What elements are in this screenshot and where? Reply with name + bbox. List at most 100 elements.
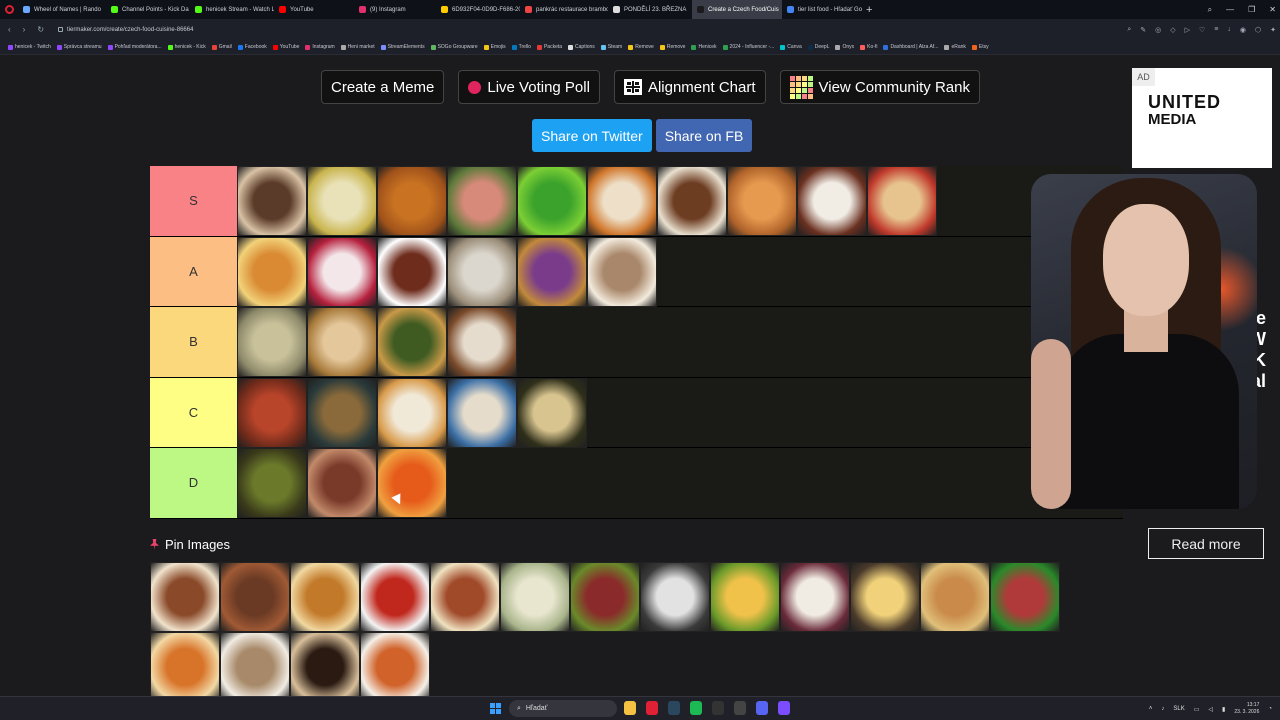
steam-icon[interactable] (668, 701, 680, 715)
pin-food-image[interactable] (360, 632, 430, 702)
pin-food-image[interactable] (570, 562, 640, 632)
food-image[interactable] (377, 307, 447, 377)
food-image[interactable] (237, 236, 307, 307)
browser-tab[interactable]: 6D932F04-0D9D-F686-20 (436, 0, 520, 19)
tier-label[interactable]: A (150, 236, 237, 306)
food-image[interactable] (307, 448, 377, 518)
reload-icon[interactable]: ↻ (37, 25, 44, 34)
food-image[interactable] (307, 166, 377, 236)
bookmark-item[interactable]: eRank (944, 44, 966, 50)
food-image[interactable] (237, 307, 307, 377)
mic-icon[interactable]: ♪ (1161, 706, 1164, 712)
bookmark-item[interactable]: Dashboard | Alza Af... (883, 44, 938, 50)
shield-icon[interactable]: ◇ (1170, 26, 1175, 34)
food-image[interactable] (517, 166, 587, 236)
bookmark-item[interactable]: Etsy (971, 44, 989, 50)
food-image[interactable] (447, 236, 517, 307)
bookmark-item[interactable]: henicek - Kick (167, 44, 206, 50)
tier-label[interactable]: C (150, 377, 237, 447)
food-image[interactable] (447, 377, 517, 448)
messenger-icon[interactable] (778, 701, 790, 715)
clock[interactable]: 13:17 23. 3. 2026 (1234, 702, 1259, 716)
food-image[interactable] (307, 236, 377, 307)
tier-label[interactable]: D (150, 448, 237, 518)
bookmark-item[interactable]: Facebook (237, 44, 267, 50)
maximize-icon[interactable]: ❐ (1248, 5, 1255, 14)
food-image[interactable] (657, 166, 727, 236)
capcut-icon[interactable] (712, 701, 724, 715)
search-tabs-icon[interactable]: ⌕ (1208, 5, 1212, 15)
opera-menu-icon[interactable] (0, 0, 18, 19)
language-indicator[interactable]: SLK (1173, 706, 1184, 712)
pin-food-image[interactable] (780, 562, 850, 632)
bookmark-item[interactable]: YouTube (272, 44, 299, 50)
food-image[interactable] (377, 377, 447, 448)
heart-icon[interactable]: ♡ (1199, 26, 1205, 34)
chevron-up-icon[interactable]: ˄ (1149, 706, 1153, 712)
browser-tab[interactable]: (9) Instagram (354, 0, 436, 19)
bookmark-item[interactable]: Správca streamu (56, 44, 102, 50)
play-icon[interactable]: ▷ (1185, 26, 1190, 34)
browser-tab[interactable]: Create a Czech Food/Cuis (692, 0, 782, 19)
bookmark-item[interactable]: Onyx (835, 44, 854, 50)
opera-icon[interactable] (646, 701, 658, 715)
menu-icon[interactable]: ≡ (1214, 26, 1218, 33)
pin-food-image[interactable] (710, 562, 780, 632)
profile-icon[interactable]: ◉ (1240, 26, 1246, 34)
live-voting-poll-button[interactable]: Live Voting Poll (458, 70, 600, 104)
pin-food-image[interactable] (990, 562, 1060, 632)
bookmark-item[interactable]: Ko-fi (860, 44, 877, 50)
tier-label[interactable]: B (150, 307, 237, 377)
browser-tab[interactable]: tier list food - Hľadať Goo (782, 0, 862, 19)
pin-food-image[interactable] (290, 562, 360, 632)
pin-food-image[interactable] (920, 562, 990, 632)
forward-icon[interactable]: › (23, 25, 26, 34)
food-image[interactable] (447, 307, 517, 377)
bookmark-item[interactable]: Henicek (691, 44, 717, 50)
bookmark-item[interactable]: Trello (511, 44, 531, 50)
obs-icon[interactable] (734, 701, 746, 715)
food-image[interactable] (797, 166, 867, 236)
pin-food-image[interactable] (430, 562, 500, 632)
bookmark-item[interactable]: Emojis (483, 44, 506, 50)
network-icon[interactable]: ▭ (1194, 706, 1200, 713)
bookmark-item[interactable]: Steam (600, 44, 622, 50)
browser-tab[interactable]: Channel Points - Kick Da (106, 0, 190, 19)
bookmark-item[interactable]: StreamElements (380, 44, 425, 50)
bookmark-item[interactable]: Heni market (340, 44, 375, 50)
pin-food-image[interactable] (150, 632, 220, 702)
browser-tab[interactable]: Wheel of Names | Rando (18, 0, 106, 19)
food-image[interactable] (377, 166, 447, 236)
create-meme-button[interactable]: Create a Meme (321, 70, 445, 104)
browser-tab[interactable]: YouTube (274, 0, 354, 19)
food-image[interactable] (377, 236, 447, 307)
browser-tab[interactable]: PONDĚLÍ 23. BŘEZNA (608, 0, 692, 19)
minimize-icon[interactable]: — (1226, 5, 1234, 14)
bookmark-item[interactable]: Instagram (305, 44, 335, 50)
browser-tab[interactable]: henicek Stream - Watch L (190, 0, 274, 19)
close-icon[interactable]: ✕ (1269, 5, 1276, 14)
notification-icon[interactable]: ◔ (1268, 706, 1272, 712)
bookmark-item[interactable]: Captions (568, 44, 595, 50)
food-image[interactable] (237, 377, 307, 448)
food-image[interactable] (727, 166, 797, 236)
food-image[interactable] (377, 448, 447, 518)
volume-icon[interactable]: ◁ (1208, 706, 1213, 713)
food-image[interactable] (447, 166, 517, 236)
bookmark-item[interactable]: henicek - Twitch (8, 44, 51, 50)
camera-icon[interactable]: ◎ (1155, 26, 1161, 34)
discord-like-icon[interactable] (756, 701, 768, 715)
food-image[interactable] (517, 377, 587, 448)
share-twitter-button[interactable]: Share on Twitter (532, 119, 652, 152)
alignment-chart-button[interactable]: Alignment Chart (613, 70, 766, 104)
bookmark-item[interactable]: 2024 - Influencer -... (722, 44, 774, 50)
pin-food-image[interactable] (640, 562, 710, 632)
bookmark-item[interactable]: Remove (628, 44, 654, 50)
download-icon[interactable]: ↓ (1227, 26, 1231, 33)
battery-icon[interactable]: ▮ (1222, 706, 1225, 713)
bookmark-item[interactable]: Canva (780, 44, 802, 50)
back-icon[interactable]: ‹ (8, 25, 11, 34)
pin-food-image[interactable] (360, 562, 430, 632)
pin-food-image[interactable] (850, 562, 920, 632)
taskbar-search[interactable]: ⌕ Hľadať (509, 700, 617, 717)
